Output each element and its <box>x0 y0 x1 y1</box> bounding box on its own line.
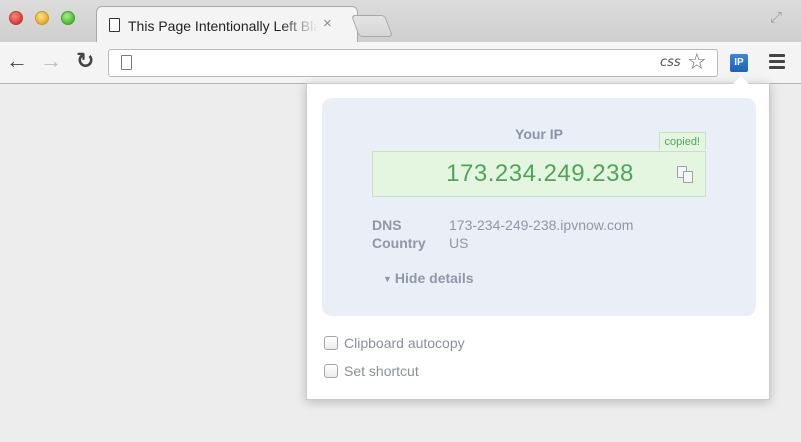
address-input[interactable] <box>143 53 627 75</box>
reload-icon[interactable]: ↻ <box>76 50 94 72</box>
copied-badge: copied! <box>658 132 706 150</box>
browser-window: This Page Intentionally Left Blank × ⤢ ←… <box>0 0 801 442</box>
clipboard-autocopy-option[interactable]: Clipboard autocopy <box>324 335 465 351</box>
css-extension-button[interactable]: css <box>660 55 681 70</box>
omnibox[interactable]: css ☆ <box>108 49 718 77</box>
close-icon[interactable]: × <box>323 15 332 32</box>
hide-details-link[interactable]: ▼ Hide details <box>383 270 474 286</box>
forward-icon[interactable]: → <box>40 50 62 72</box>
detail-key: DNS <box>372 217 402 233</box>
fullscreen-icon[interactable]: ⤢ <box>770 9 782 26</box>
ip-popup: Your IP copied! 173.234.249.238 DNS 173-2… <box>306 83 770 400</box>
zoom-window-button[interactable] <box>61 11 75 25</box>
ip-box[interactable]: copied! 173.234.249.238 <box>372 132 707 197</box>
option-label: Set shortcut <box>344 363 419 379</box>
tab-title: This Page Intentionally Left Blank <box>128 18 318 34</box>
popup-arrow <box>733 76 749 84</box>
clipboard-autocopy-checkbox[interactable] <box>324 336 338 350</box>
ip-details: DNS 173-234-249-238.ipvnow.com Country US <box>372 216 633 252</box>
set-shortcut-option[interactable]: Set shortcut <box>324 363 419 379</box>
tab-strip: This Page Intentionally Left Blank × ⤢ <box>0 0 801 43</box>
hide-details-label: Hide details <box>394 270 474 286</box>
detail-row-dns: DNS 173-234-249-238.ipvnow.com <box>372 216 633 234</box>
triangle-down-icon: ▼ <box>383 274 392 284</box>
set-shortcut-checkbox[interactable] <box>324 364 338 378</box>
back-icon[interactable]: ← <box>6 50 28 72</box>
star-icon[interactable]: ☆ <box>687 51 707 73</box>
minimize-window-button[interactable] <box>35 11 49 25</box>
ip-address[interactable]: 173.234.249.238 <box>373 160 707 188</box>
detail-value: US <box>449 235 469 251</box>
detail-key: Country <box>372 235 426 251</box>
ip-panel: Your IP copied! 173.234.249.238 DNS 173-2… <box>322 98 756 316</box>
new-tab-button[interactable] <box>350 15 394 37</box>
menu-icon[interactable] <box>769 54 785 72</box>
ip-extension-button[interactable]: IP <box>730 54 748 72</box>
close-window-button[interactable] <box>9 11 23 25</box>
copy-icon[interactable] <box>677 166 695 184</box>
detail-value: 173-234-249-238.ipvnow.com <box>449 217 634 233</box>
option-label: Clipboard autocopy <box>344 335 465 351</box>
tab-active[interactable]: This Page Intentionally Left Blank × <box>96 6 358 43</box>
detail-row-country: Country US <box>372 234 633 252</box>
page-icon <box>121 55 132 70</box>
page-icon <box>109 18 120 32</box>
toolbar: ← → ↻ css ☆ IP <box>0 42 801 84</box>
